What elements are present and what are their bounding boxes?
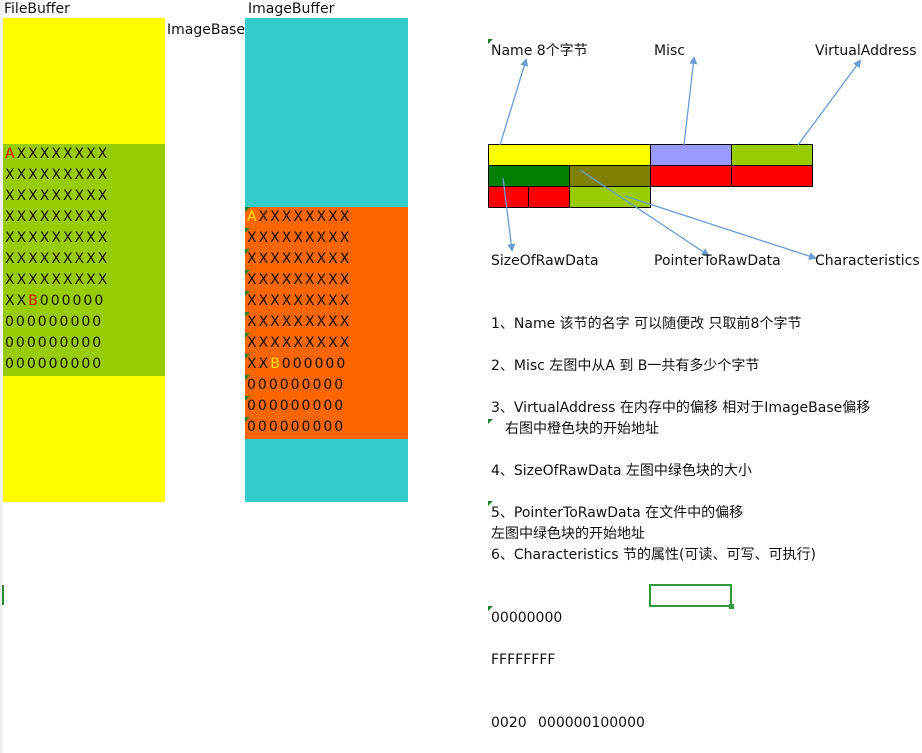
value-3-b: 000000100000 <box>538 715 645 731</box>
value-1: 00000000 <box>488 606 563 627</box>
pointer-to-raw-data-field-label: PointerToRawData <box>654 253 781 269</box>
arrows-layer <box>499 56 862 260</box>
note-5-detail: 左图中绿色块的开始地址 <box>491 526 645 542</box>
arrow-misc <box>683 56 698 146</box>
note-6: 6、Characteristics 节的属性(可读、可写、可执行) <box>491 547 816 563</box>
arrow-virtual-address <box>797 59 862 146</box>
cell-comment-marker <box>488 501 493 506</box>
cell-comment-marker <box>488 419 493 424</box>
note-5-text: 5、PointerToRawData 在文件中的偏移 <box>491 505 744 521</box>
note-4: 4、SizeOfRawData 左图中绿色块的大小 <box>491 463 752 479</box>
value-1-text: 00000000 <box>491 610 563 626</box>
cell-comment-marker <box>488 606 493 611</box>
name-field-label-text: Name 8个字节 <box>491 43 588 59</box>
characteristics-field-label: Characteristics <box>815 253 920 269</box>
note-5: 5、PointerToRawData 在文件中的偏移 <box>488 501 744 522</box>
arrow-size-of-raw-data <box>502 177 516 252</box>
fill-handle[interactable] <box>729 604 734 609</box>
cell-comment-marker <box>488 39 493 44</box>
note-3-detail-text: 右图中橙色块的开始地址 <box>505 421 659 437</box>
note-2: 2、Misc 左图中从A 到 B一共有多少个字节 <box>491 358 760 374</box>
value-2: FFFFFFFF <box>491 652 556 668</box>
note-1: 1、Name 该节的名字 可以随便改 只取前8个字节 <box>491 316 802 332</box>
arrow-characteristics <box>624 195 817 260</box>
misc-field-label: Misc <box>654 43 685 59</box>
note-3-detail: 右图中橙色块的开始地址 <box>488 419 659 438</box>
note-3: 3、VirtualAddress 在内存中的偏移 相对于ImageBase偏移 <box>491 400 871 416</box>
selected-cell[interactable] <box>649 584 732 607</box>
value-3-a: 0020 <box>491 715 527 731</box>
size-of-raw-data-field-label: SizeOfRawData <box>491 253 599 269</box>
arrow-pointer-to-raw-data <box>579 169 710 257</box>
virtual-address-field-label: VirtualAddress <box>815 43 917 59</box>
arrow-name <box>499 58 529 146</box>
name-field-label: Name 8个字节 <box>488 39 588 60</box>
